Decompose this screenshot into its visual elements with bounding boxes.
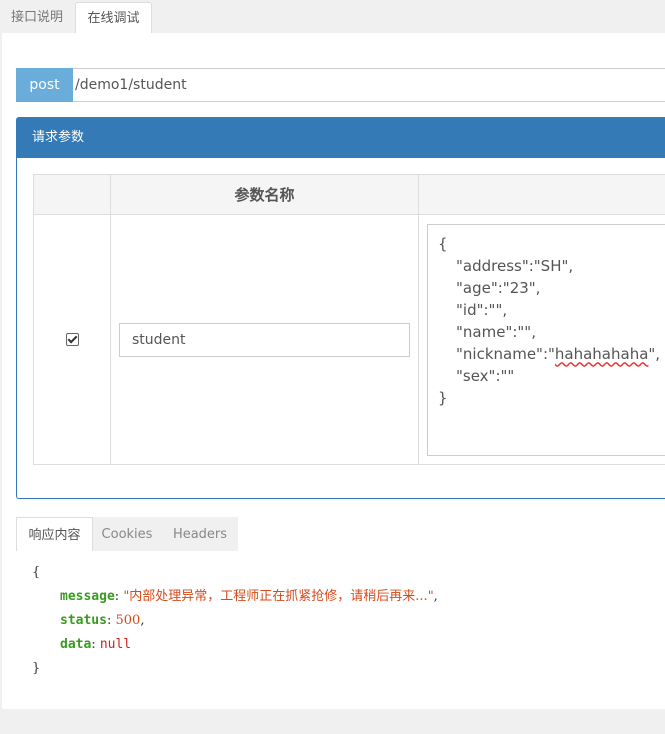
params-table: 参数名称 student { "address":"SH", "age":"23",… — [33, 174, 665, 465]
json-line-sex: "sex":"" — [456, 366, 515, 385]
param-name-cell: student — [110, 214, 419, 465]
json-nickname-key: "nickname":" — [456, 344, 555, 363]
param-enabled-checkbox[interactable] — [65, 333, 79, 346]
param-select-cell — [33, 214, 111, 465]
tab-online-debug[interactable]: 在线调试 — [75, 2, 152, 33]
request-params-panel: 请求参数 参数名称 student {"address":"SH", "age"… — [16, 117, 665, 499]
col-header-param-value — [418, 174, 665, 215]
tab-response-content[interactable]: 响应内容 — [16, 517, 93, 551]
top-tab-bar: 接口说明 在线调试 — [0, 0, 665, 34]
json-line-address: "address":"SH", — [456, 256, 574, 275]
json-line-age: "age":"23", — [456, 278, 541, 297]
col-header-param-name: 参数名称 — [110, 174, 419, 215]
json-line-nickname: "nickname":"hahahahaha", — [438, 343, 661, 365]
params-table-header-row: 参数名称 — [33, 174, 665, 215]
param-json-textarea[interactable]: { "address":"SH", "age":"23", "id":"", "name… — [427, 223, 665, 456]
response-field-message: message: "内部处理异常，工程师正在抓紧抢修，请稍后再来...", — [60, 589, 438, 604]
param-name-input[interactable]: student — [119, 322, 410, 357]
json-line-name: "name":"", — [456, 322, 536, 341]
tab-cookies[interactable]: Cookies — [94, 517, 160, 551]
request-url-row: post /demo1/student — [16, 68, 665, 102]
response-brace-open: { — [32, 565, 41, 580]
param-value-cell: { "address":"SH", "age":"23", "id":"", "name… — [418, 214, 665, 465]
table-row: student { "address":"SH", "age":"23", "id":… — [33, 214, 665, 465]
json-nickname-value: hahahahaha — [554, 344, 649, 363]
response-json-view: { message: "内部处理异常，工程师正在抓紧抢修，请稍后再来...", … — [32, 561, 438, 681]
json-brace-close: } — [438, 388, 448, 407]
response-tab-bar: 响应内容 Cookies Headers — [16, 517, 238, 551]
json-brace-open: { — [438, 234, 448, 253]
response-field-status: status: 500, — [60, 613, 145, 628]
http-method-badge[interactable]: post — [16, 68, 73, 102]
json-nickname-end: ", — [648, 344, 661, 363]
response-field-data: data: null — [60, 637, 132, 652]
params-panel-title: 请求参数 — [17, 118, 665, 158]
request-url-field[interactable]: /demo1/student — [75, 69, 187, 101]
tab-api-description[interactable]: 接口说明 — [0, 2, 74, 33]
response-brace-close: } — [32, 661, 41, 676]
tab-headers[interactable]: Headers — [164, 517, 236, 551]
json-line-id: "id":"", — [456, 300, 508, 319]
col-header-select — [33, 174, 111, 215]
debug-panel: post /demo1/student 请求参数 参数名称 student {… — [2, 33, 665, 709]
